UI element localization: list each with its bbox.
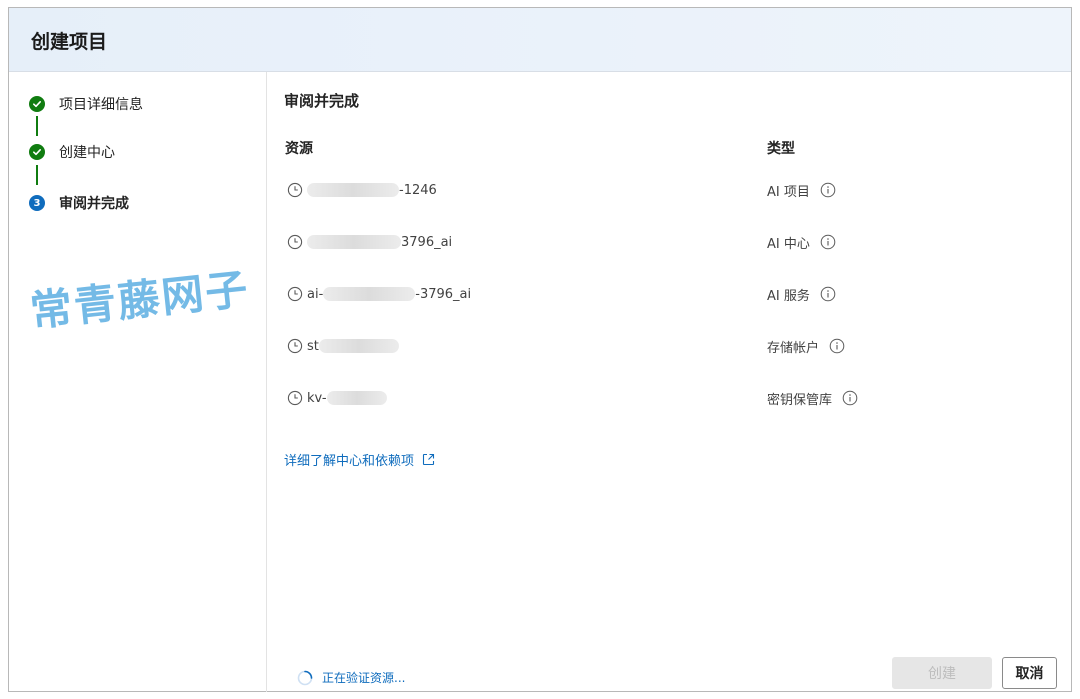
resource-type: 密钥保管库 [767, 392, 833, 408]
info-icon[interactable] [820, 286, 836, 302]
step-review-finish[interactable]: 3 审阅并完成 [29, 193, 129, 213]
resource-name: 3796_ai [307, 235, 452, 250]
step-label: 创建中心 [59, 145, 115, 161]
redacted-text [307, 183, 399, 197]
resource-row: st 存储帐户 [267, 334, 1071, 358]
review-panel: 审阅并完成 资源 类型 -1246 AI 项目 3796_ai AI 中心 ai… [267, 72, 1071, 692]
redacted-text [307, 235, 401, 249]
info-icon[interactable] [820, 182, 836, 198]
clock-icon [287, 234, 303, 250]
type-cell: 密钥保管库 [767, 386, 858, 410]
resource-row: kv- 密钥保管库 [267, 386, 1071, 410]
resource-row: 3796_ai AI 中心 [267, 230, 1071, 254]
resource-cell: -1246 [287, 178, 437, 202]
type-cell: 存储帐户 [767, 334, 845, 358]
clock-icon [287, 182, 303, 198]
resource-cell: kv- [287, 386, 387, 410]
spinner-icon [297, 670, 313, 685]
clock-icon [287, 286, 303, 302]
type-cell: AI 中心 [767, 230, 836, 254]
checkmark-icon [29, 96, 45, 112]
validation-status: 正在验证资源... [297, 669, 405, 686]
resource-name: ai- -3796_ai [307, 286, 472, 302]
status-text: 正在验证资源... [322, 671, 406, 685]
resource-row: ai- -3796_ai AI 服务 [267, 282, 1071, 306]
step-create-hub[interactable]: 创建中心 [29, 142, 115, 162]
external-link-icon [422, 453, 435, 466]
resource-type: AI 服务 [767, 288, 810, 304]
step-number-badge: 3 [29, 195, 45, 211]
dialog-title: 创建项目 [31, 31, 108, 53]
step-project-details[interactable]: 项目详细信息 [29, 94, 143, 114]
resource-type: AI 中心 [767, 236, 810, 252]
info-icon[interactable] [820, 234, 836, 250]
info-icon[interactable] [829, 338, 845, 354]
column-header-type: 类型 [767, 141, 795, 157]
resource-type: AI 项目 [767, 184, 810, 200]
step-connector [36, 165, 38, 185]
info-icon[interactable] [842, 390, 858, 406]
redacted-text [323, 287, 416, 301]
clock-icon [287, 390, 303, 406]
step-label: 审阅并完成 [59, 196, 129, 212]
section-title: 审阅并完成 [284, 92, 360, 110]
type-cell: AI 服务 [767, 282, 836, 306]
step-connector [36, 116, 38, 136]
learn-more-link[interactable]: 详细了解中心和依赖项 [284, 450, 435, 469]
resource-type: 存储帐户 [767, 340, 820, 356]
resource-name: kv- [307, 391, 387, 406]
resource-cell: 3796_ai [287, 230, 452, 254]
clock-icon [287, 338, 303, 354]
resource-cell: st [287, 334, 399, 358]
redacted-text [318, 339, 399, 353]
cancel-button[interactable]: 取消 [1002, 657, 1057, 689]
column-header-resource: 资源 [285, 141, 313, 157]
resource-cell: ai- -3796_ai [287, 282, 471, 306]
redacted-text [326, 391, 387, 405]
create-button[interactable]: 创建 [892, 657, 992, 689]
dialog-header: 创建项目 [9, 8, 1071, 72]
wizard-steps: 项目详细信息 创建中心 3 审阅并完成 [9, 72, 267, 692]
checkmark-icon [29, 144, 45, 160]
type-cell: AI 项目 [767, 178, 836, 202]
resource-name: -1246 [307, 183, 437, 198]
create-project-dialog: 创建项目 项目详细信息 创建中心 3 审阅并完成 审阅并完成 资源 类型 -12… [8, 7, 1072, 692]
resource-row: -1246 AI 项目 [267, 178, 1071, 202]
learn-more-label: 详细了解中心和依赖项 [284, 454, 415, 469]
step-label: 项目详细信息 [59, 97, 143, 113]
resource-name: st [307, 339, 399, 354]
